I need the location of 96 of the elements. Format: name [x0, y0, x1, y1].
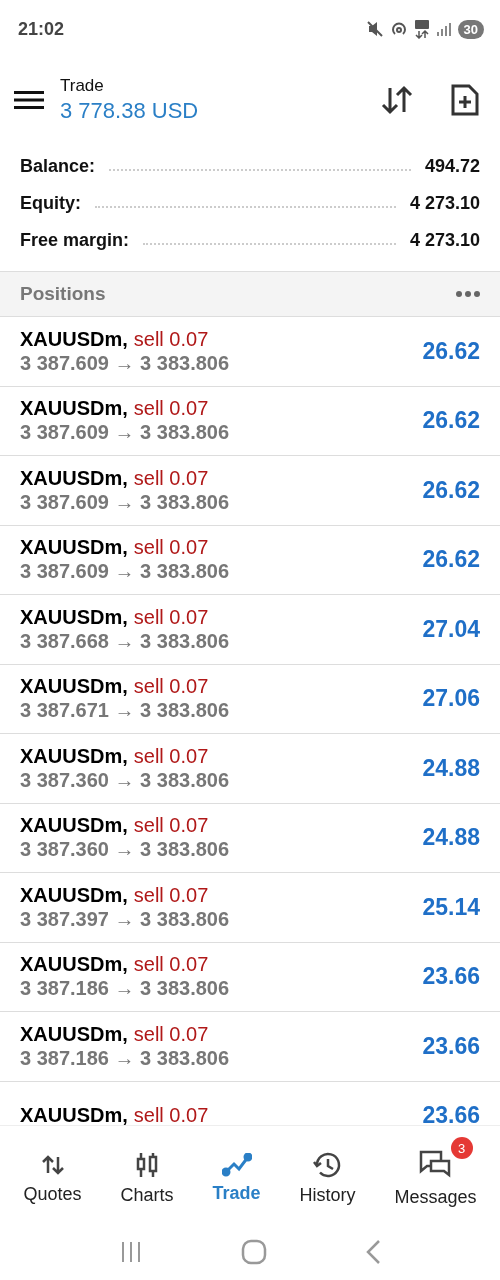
- network-5g-icon: [413, 19, 430, 39]
- menu-icon: [14, 89, 44, 111]
- order-side: sell 0.07: [133, 1022, 209, 1046]
- profit-value: 27.06: [422, 685, 480, 713]
- back-icon: [365, 1238, 381, 1265]
- line-chart-icon: [221, 1153, 252, 1177]
- notification-badge: 3: [450, 1137, 473, 1159]
- summary-label: Equity:: [20, 193, 81, 214]
- order-side: sell 0.07: [133, 883, 209, 907]
- symbol-text: XAUUSDm,: [20, 466, 128, 490]
- mute-icon: [365, 20, 384, 38]
- nav-tab[interactable]: Charts: [116, 1139, 178, 1210]
- position-row[interactable]: XAUUSDm, sell 0.07 3 387.186 → 3 383.806 23.66: [0, 1012, 500, 1082]
- recents-icon: [119, 1239, 143, 1264]
- profit-value: 26.62: [422, 546, 480, 574]
- order-side: sell 0.07: [133, 744, 209, 768]
- position-row[interactable]: XAUUSDm, sell 0.07 3 387.609 → 3 383.806 26.62: [0, 386, 500, 456]
- symbol-text: XAUUSDm,: [20, 397, 128, 421]
- symbol-text: XAUUSDm,: [20, 883, 128, 907]
- price-range: 3 387.609 → 3 383.806: [20, 351, 231, 375]
- order-side: sell 0.07: [133, 466, 209, 490]
- position-row[interactable]: XAUUSDm, sell 0.07 3 387.609 → 3 383.806 26.62: [0, 456, 500, 526]
- profit-value: 24.88: [422, 754, 480, 782]
- order-side: sell 0.07: [133, 327, 209, 351]
- position-row[interactable]: XAUUSDm, sell 0.07 3 387.360 → 3 383.806 24.88: [0, 803, 500, 873]
- order-side: sell 0.07: [133, 1104, 209, 1125]
- hotspot-icon: [389, 20, 408, 38]
- summary-value: 494.72: [424, 156, 480, 177]
- price-range: 3 387.360 → 3 383.806: [20, 768, 231, 792]
- summary-value: 4 273.10: [409, 193, 480, 214]
- position-row[interactable]: XAUUSDm, sell 0.07 3 387.671 → 3 383.806 27.06: [0, 664, 500, 734]
- symbol-text: XAUUSDm,: [20, 953, 128, 977]
- price-range: 3 387.609 → 3 383.806: [20, 421, 231, 445]
- symbol-text: XAUUSDm,: [20, 1104, 128, 1125]
- summary-label: Balance:: [20, 156, 96, 177]
- order-side: sell 0.07: [133, 814, 209, 838]
- position-row[interactable]: XAUUSDm, sell 0.07 3 387.360 → 3 383.806 24.88: [0, 734, 500, 804]
- more-icon: [456, 290, 480, 298]
- summary-value: 4 273.10: [409, 230, 480, 251]
- price-range: 3 387.360 → 3 383.806: [20, 838, 231, 862]
- sort-button[interactable]: [380, 84, 414, 116]
- price-range: 3 387.186 → 3 383.806: [20, 1046, 231, 1070]
- screen-title: Trade: [60, 76, 105, 96]
- position-row[interactable]: XAUUSDm, sell 0.07 3 387.609 → 3 383.806 26.62: [0, 317, 500, 387]
- symbol-text: XAUUSDm,: [20, 814, 128, 838]
- menu-button[interactable]: [14, 89, 44, 111]
- price-range: 3 387.397 → 3 383.806: [20, 907, 231, 931]
- position-row[interactable]: XAUUSDm, sell 0.07 3 387.668 → 3 383.806 27.04: [0, 595, 500, 665]
- battery-level: 30: [457, 19, 484, 39]
- position-row[interactable]: XAUUSDm, sell 0.07 3 387.609 → 3 383.806 26.62: [0, 525, 500, 595]
- summary-label: Free margin:: [20, 230, 130, 251]
- new-order-button[interactable]: [450, 83, 480, 117]
- back-button[interactable]: [365, 1238, 381, 1265]
- profit-value: 25.14: [422, 893, 480, 921]
- more-button[interactable]: [456, 290, 480, 298]
- price-range: 3 387.609 → 3 383.806: [20, 560, 231, 584]
- status-time: 21:02: [18, 18, 65, 40]
- position-row[interactable]: XAUUSDm, sell 0.07 3 387.186 → 3 383.806 23.66: [0, 942, 500, 1012]
- nav-tab[interactable]: Messages 3: [390, 1137, 481, 1212]
- account-balance: 3 778.38 USD: [60, 98, 200, 124]
- price-range: 3 387.609 → 3 383.806: [20, 490, 231, 514]
- symbol-text: XAUUSDm,: [20, 675, 128, 699]
- price-range: 3 387.186 → 3 383.806: [20, 977, 231, 1001]
- position-row[interactable]: XAUUSDm, sell 0.07 3 387.397 → 3 383.806 25.14: [0, 873, 500, 943]
- symbol-text: XAUUSDm,: [20, 536, 128, 560]
- price-range: 3 387.671 → 3 383.806: [20, 699, 231, 723]
- profit-value: 24.88: [422, 824, 480, 852]
- profit-value: 26.62: [422, 476, 480, 504]
- symbol-text: XAUUSDm,: [20, 744, 128, 768]
- nav-tab[interactable]: History: [295, 1139, 360, 1210]
- recents-button[interactable]: [119, 1239, 143, 1264]
- order-side: sell 0.07: [133, 397, 209, 421]
- home-icon: [241, 1238, 267, 1265]
- profit-value: 27.04: [422, 615, 480, 643]
- profit-value: 23.66: [422, 1032, 480, 1060]
- price-range: 3 387.668 → 3 383.806: [20, 629, 231, 653]
- signal-icon: [435, 21, 452, 37]
- symbol-text: XAUUSDm,: [20, 1022, 128, 1046]
- profit-value: 26.62: [422, 407, 480, 435]
- profit-value: 23.66: [422, 963, 480, 991]
- history-icon: [312, 1151, 343, 1179]
- document-plus-icon: [450, 83, 480, 117]
- profit-value: 26.62: [422, 337, 480, 365]
- order-side: sell 0.07: [133, 953, 209, 977]
- order-side: sell 0.07: [133, 605, 209, 629]
- order-side: sell 0.07: [133, 675, 209, 699]
- section-title: Positions: [20, 283, 106, 305]
- symbol-text: XAUUSDm,: [20, 327, 128, 351]
- candlestick-icon: [134, 1151, 160, 1179]
- symbol-text: XAUUSDm,: [20, 605, 128, 629]
- nav-tab[interactable]: Quotes: [19, 1140, 86, 1209]
- order-side: sell 0.07: [133, 536, 209, 560]
- home-button[interactable]: [241, 1238, 267, 1265]
- profit-value: 23.66: [422, 1102, 480, 1125]
- nav-tab[interactable]: Trade: [208, 1141, 265, 1208]
- sort-arrows-icon: [380, 84, 414, 116]
